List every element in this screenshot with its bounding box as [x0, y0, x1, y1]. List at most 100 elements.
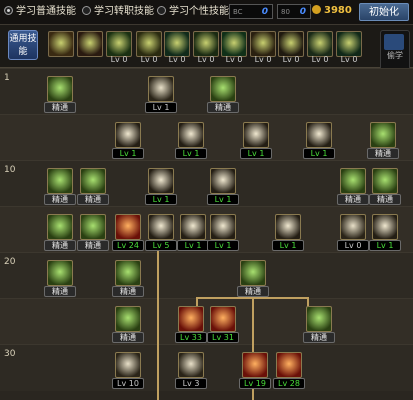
- row-level-number: 30: [4, 349, 16, 359]
- quick-skill-slot[interactable]: [77, 31, 103, 65]
- red-cross-icon[interactable]: [115, 214, 141, 240]
- green-crescent-icon[interactable]: [372, 168, 398, 194]
- green-blade-icon[interactable]: [47, 214, 73, 240]
- green-figure-icon: [221, 31, 247, 57]
- flow-glyph-icon[interactable]: [240, 260, 266, 286]
- skill-level-badge: Lv 1: [145, 194, 177, 205]
- claw-scratch-icon[interactable]: [210, 76, 236, 102]
- skill-level-badge: Lv 24: [112, 240, 144, 251]
- mode-radio-normal[interactable]: 学习普通技能: [4, 5, 76, 19]
- skill-level-badge: Lv 1: [145, 102, 177, 113]
- skill-level-badge: Lv 1: [177, 240, 209, 251]
- flame-strike-icon[interactable]: [276, 352, 302, 378]
- fire-kick-icon[interactable]: [148, 168, 174, 194]
- tree-link-line: [196, 297, 308, 299]
- golden-figure-icon[interactable]: [115, 306, 141, 332]
- common-skills-label: 通用技能: [8, 30, 38, 60]
- steal-skill-tab[interactable]: 偷学: [380, 30, 410, 72]
- spin-kick-icon[interactable]: [210, 214, 236, 240]
- mode-radio-transfer[interactable]: 学习转职技能: [82, 5, 154, 19]
- quick-skill-slot[interactable]: Lv 0: [307, 31, 333, 65]
- green-burst-icon[interactable]: [80, 214, 106, 240]
- skill-level-badge: Lv 1: [207, 194, 239, 205]
- points-label: BC: [233, 8, 243, 16]
- flame-flow-icon[interactable]: [242, 352, 268, 378]
- skill-level-badge: 精通: [77, 240, 109, 251]
- swift-step-icon[interactable]: [115, 352, 141, 378]
- skill-points-b: 80 0: [277, 4, 311, 19]
- row-level-number: 1: [4, 73, 10, 83]
- skill-level-label: Lv 0: [168, 55, 186, 64]
- top-bar: 学习普通技能 学习转职技能 学习个性技能 BC 0 80 0 3980 初始化: [0, 0, 413, 25]
- skill-level-label: Lv 0: [311, 55, 329, 64]
- quick-skill-slot[interactable]: Lv 0: [221, 31, 247, 65]
- red-shard-icon[interactable]: [178, 306, 204, 332]
- quick-skill-slot[interactable]: Lv 0: [164, 31, 190, 65]
- mode-radio-personal[interactable]: 学习个性技能: [157, 5, 229, 19]
- leap-strike-icon[interactable]: [180, 214, 206, 240]
- holy-sword-icon[interactable]: [306, 306, 332, 332]
- radio-icon: [82, 6, 91, 15]
- mounted-rider-icon: [77, 31, 103, 57]
- quick-skill-slot[interactable]: Lv 0: [106, 31, 132, 65]
- points-value: 0: [261, 7, 268, 17]
- cross-parry-icon[interactable]: [275, 214, 301, 240]
- moon-arc-icon[interactable]: [340, 214, 366, 240]
- thrust-dash-icon[interactable]: [178, 352, 204, 378]
- skill-level-badge: 精通: [303, 332, 335, 343]
- skill-level-badge: Lv 1: [112, 148, 144, 159]
- lightning-claw-icon[interactable]: [372, 214, 398, 240]
- target-crosshair-icon: [164, 31, 190, 57]
- skill-points-a: BC 0: [229, 4, 273, 19]
- sword-strike-icon[interactable]: [148, 76, 174, 102]
- skill-level-badge: Lv 1: [175, 148, 207, 159]
- skill-level-label: Lv 0: [254, 55, 272, 64]
- skill-level-badge: 精通: [44, 194, 76, 205]
- dash-figure-icon: [106, 31, 132, 57]
- green-lance-icon[interactable]: [340, 168, 366, 194]
- quick-skill-slot[interactable]: Lv 0: [250, 31, 276, 65]
- mode-label: 学习普通技能: [16, 6, 76, 17]
- star-burst-icon: [193, 31, 219, 57]
- initialize-button[interactable]: 初始化: [359, 3, 409, 21]
- quick-skill-slot[interactable]: Lv 0: [336, 31, 362, 65]
- arrow-thrust-icon[interactable]: [178, 122, 204, 148]
- quick-skill-slot[interactable]: Lv 0: [136, 31, 162, 65]
- spiral-slash-icon[interactable]: [243, 122, 269, 148]
- skill-level-label: Lv 0: [140, 55, 158, 64]
- green-spear-icon[interactable]: [80, 168, 106, 194]
- whirl-slash-icon[interactable]: [210, 168, 236, 194]
- radio-icon: [157, 6, 166, 15]
- skill-level-badge: Lv 10: [112, 378, 144, 389]
- skill-level-badge: Lv 33: [175, 332, 207, 343]
- skill-level-badge: Lv 3: [175, 378, 207, 389]
- crossed-blades-icon[interactable]: [115, 122, 141, 148]
- quick-skill-slot[interactable]: Lv 0: [278, 31, 304, 65]
- skill-level-badge: 精通: [77, 194, 109, 205]
- row-level-number: 20: [4, 257, 16, 267]
- steal-skill-icon: [384, 34, 404, 50]
- red-swirl-icon[interactable]: [210, 306, 236, 332]
- mode-label: 学习个性技能: [169, 6, 229, 17]
- skill-level-label: Lv 0: [282, 55, 300, 64]
- skill-level-badge: Lv 1: [303, 148, 335, 159]
- skill-level-badge: 精通: [367, 148, 399, 159]
- skill-level-badge: 精通: [44, 240, 76, 251]
- green-sword-icon[interactable]: [47, 168, 73, 194]
- mode-label: 学习转职技能: [94, 6, 154, 17]
- skill-level-badge: Lv 19: [239, 378, 271, 389]
- skill-level-badge: Lv 0: [337, 240, 369, 251]
- skill-level-label: Lv 0: [340, 55, 358, 64]
- dagger-slash-icon[interactable]: [47, 76, 73, 102]
- skill-level-label: Lv 0: [110, 55, 128, 64]
- quick-skill-slot[interactable]: [48, 31, 74, 65]
- holy-cross-icon[interactable]: [306, 122, 332, 148]
- quick-skill-slot[interactable]: Lv 0: [193, 31, 219, 65]
- green-slash-icon[interactable]: [115, 260, 141, 286]
- common-skill-bar: 通用技能 Lv 0 Lv 0 Lv 0 Lv 0 Lv 0 Lv 0 Lv 0 Lv 0 Lv …: [0, 25, 413, 68]
- trident-icon[interactable]: [47, 260, 73, 286]
- rune-blade-icon[interactable]: [370, 122, 396, 148]
- skill-level-badge: Lv 1: [369, 240, 401, 251]
- twin-slash-icon[interactable]: [148, 214, 174, 240]
- skill-level-badge: 精通: [112, 286, 144, 297]
